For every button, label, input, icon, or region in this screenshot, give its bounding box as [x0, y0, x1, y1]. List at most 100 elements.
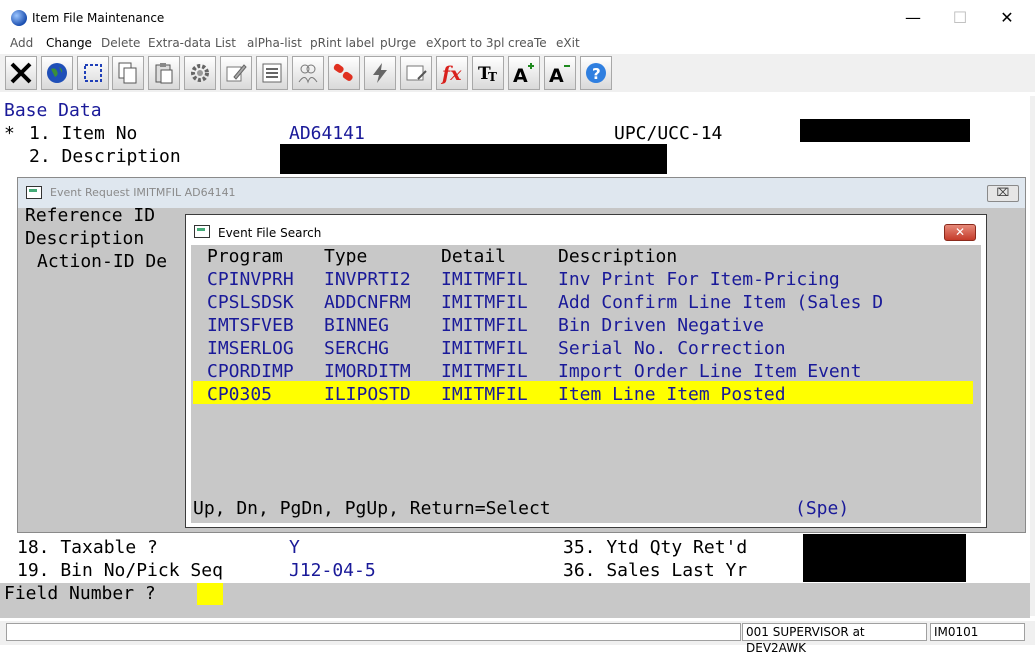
event-request-titlebar: Event Request IMITMFIL AD64141 ⌧ [18, 178, 1025, 208]
copy-icon[interactable] [112, 56, 144, 90]
row-description: Inv Print For Item-Pricing [558, 269, 840, 290]
row-program: CPINVPRH [207, 269, 294, 290]
toolbar: fx TT A A ? [0, 54, 1035, 92]
window-icon [194, 225, 210, 238]
svg-text:T: T [488, 70, 497, 84]
row-type: ADDCNFRM [324, 292, 411, 313]
description-label: 2. Description [29, 146, 181, 167]
status-program: IM0101 [930, 623, 1025, 641]
item-no-value[interactable]: AD64141 [289, 123, 365, 145]
row-description: Serial No. Correction [558, 338, 786, 359]
font-size-icon[interactable]: TT [472, 56, 504, 90]
reference-id-label: Reference ID [25, 205, 156, 226]
row-detail: IMITMFIL [441, 292, 528, 313]
row-description: Bin Driven Negative [558, 315, 764, 336]
status-message [6, 623, 741, 641]
menu-create[interactable]: creaTe [508, 36, 547, 50]
menu-print-label[interactable]: pRint label [310, 36, 374, 50]
row-program: CPSLSDSK [207, 292, 294, 313]
select-icon[interactable] [77, 56, 109, 90]
svg-text:A: A [513, 65, 528, 85]
menu-delete[interactable]: Delete [101, 36, 140, 50]
status-user: 001 SUPERVISOR at DEV2AWK [742, 623, 927, 655]
list-icon[interactable] [256, 56, 288, 90]
file-search-close-button[interactable]: ✕ [944, 224, 976, 241]
row-type: INVPRTI2 [324, 269, 411, 290]
font-increase-icon[interactable]: A [508, 56, 540, 90]
bin-no-label: 19. Bin No/Pick Seq [17, 560, 223, 581]
font-decrease-icon[interactable]: A [544, 56, 576, 90]
row-type: BINNEG [324, 315, 390, 336]
event-file-search-window: Event File Search ✕ Program Type Detail … [185, 214, 987, 528]
title-bar: Item File Maintenance — ☐ ✕ [0, 0, 1035, 36]
close-button[interactable]: ✕ [984, 4, 1030, 32]
bin-no-value[interactable]: J12-04-5 [289, 560, 376, 582]
window-icon [26, 186, 42, 199]
field-number-input[interactable] [197, 583, 223, 605]
file-search-list: Program Type Detail Description CPINVPRH… [191, 245, 981, 523]
action-id-label: Action-ID De [37, 251, 168, 272]
taxable-label: 18. Taxable ? [17, 537, 158, 558]
app-icon [11, 10, 27, 26]
description-value-redacted [280, 144, 667, 174]
maximize-button[interactable]: ☐ [937, 4, 983, 32]
minimize-button[interactable]: — [890, 4, 936, 32]
event-description-label: Description [25, 228, 145, 249]
row-program: CP0305 [207, 384, 273, 405]
lightning-icon[interactable] [364, 56, 396, 90]
row-detail: IMITMFIL [441, 384, 528, 405]
menu-extra-data[interactable]: Extra-data [148, 36, 211, 50]
row-type: SERCHG [324, 338, 390, 359]
users-icon[interactable] [292, 56, 324, 90]
menu-alpha-list[interactable]: alPha-list [247, 36, 302, 50]
globe-icon[interactable] [41, 56, 73, 90]
window-title: Item File Maintenance [32, 11, 165, 25]
row-detail: IMITMFIL [441, 269, 528, 290]
event-request-close-button[interactable]: ⌧ [987, 185, 1019, 202]
svg-text:?: ? [592, 65, 601, 83]
menu-exit[interactable]: eXit [556, 36, 580, 50]
row-type: ILIPOSTD [324, 384, 411, 405]
settings-icon[interactable] [184, 56, 216, 90]
vertical-scrollbar[interactable] [1030, 96, 1035, 616]
help-icon[interactable]: ? [580, 56, 612, 90]
link-icon[interactable] [328, 56, 360, 90]
upc-label: UPC/UCC-14 [614, 123, 723, 144]
upc-value-redacted [800, 119, 970, 142]
application-window: Item File Maintenance — ☐ ✕ Add Change D… [0, 0, 1035, 655]
row-detail: IMITMFIL [441, 315, 528, 336]
row-type: IMORDITM [324, 361, 411, 382]
col-header-detail: Detail [441, 246, 507, 267]
row-program: IMSERLOG [207, 338, 294, 359]
status-bar: 001 SUPERVISOR at DEV2AWK IM0101 [0, 621, 1035, 655]
row-detail: IMITMFIL [441, 338, 528, 359]
menu-export[interactable]: eXport to 3pl [426, 36, 504, 50]
menu-change[interactable]: Change [46, 36, 92, 50]
ytd-qty-ret-label: 35. Ytd Qty Ret'd [563, 537, 748, 558]
row-description: Import Order Line Item Event [558, 361, 862, 382]
row-description: Add Confirm Line Item (Sales D [558, 292, 884, 313]
menu-bar: Add Change Delete Extra-data List alPha-… [0, 36, 1035, 54]
special-keys-hint[interactable]: (Spe) [795, 498, 849, 520]
field-number-prompt: Field Number ? [4, 583, 156, 604]
navigation-hint: Up, Dn, PgDn, PgUp, Return=Select [193, 498, 551, 519]
menu-add[interactable]: Add [10, 36, 33, 50]
function-icon[interactable]: fx [436, 56, 468, 90]
svg-text:A: A [549, 65, 564, 85]
row-description: Item Line Item Posted [558, 384, 786, 405]
col-header-description: Description [558, 246, 678, 267]
taxable-value[interactable]: Y [289, 537, 300, 559]
menu-purge[interactable]: pUrge [380, 36, 416, 50]
file-search-title: Event File Search [218, 226, 322, 240]
col-header-type: Type [324, 246, 368, 267]
window-edit-icon[interactable] [400, 56, 432, 90]
paste-icon[interactable] [148, 56, 180, 90]
col-header-program: Program [207, 246, 283, 267]
edit-icon[interactable] [220, 56, 252, 90]
exit-icon[interactable] [5, 56, 37, 90]
event-request-title: Event Request IMITMFIL AD64141 [50, 186, 236, 199]
row-program: CPORDIMP [207, 361, 294, 382]
row-detail: IMITMFIL [441, 361, 528, 382]
menu-list[interactable]: List [215, 36, 236, 50]
row-program: IMTSFVEB [207, 315, 294, 336]
